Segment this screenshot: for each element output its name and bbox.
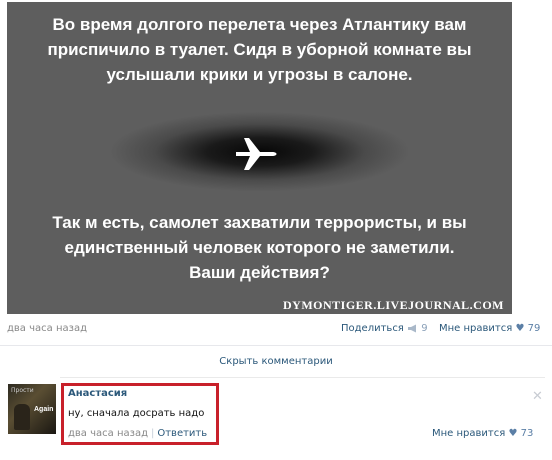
divider bbox=[60, 377, 545, 378]
separator: | bbox=[150, 428, 155, 439]
airplane-icon bbox=[236, 138, 277, 170]
divider bbox=[0, 345, 552, 346]
comment-text: ну, сначала досрать надо bbox=[68, 408, 205, 419]
megaphone-icon bbox=[408, 324, 417, 332]
post-like-label: Мне нравится bbox=[439, 323, 513, 334]
image-watermark: DYMONTIGER.LIVEJOURNAL.COM bbox=[282, 298, 504, 312]
image-top-text: Во время долгого перелета через Атлантик… bbox=[47, 15, 472, 84]
comment-meta: два часа назад | Ответить bbox=[68, 428, 207, 439]
avatar[interactable]: Прости Again bbox=[8, 384, 56, 434]
reply-button[interactable]: Ответить bbox=[157, 428, 207, 439]
share-count: 9 bbox=[421, 323, 428, 334]
comment-like-button[interactable]: Мне нравится ♥ 73 bbox=[432, 428, 533, 439]
share-label: Поделиться bbox=[341, 323, 404, 334]
post-like-count: 79 bbox=[527, 323, 541, 334]
comment-time[interactable]: два часа назад bbox=[68, 428, 148, 439]
close-icon[interactable]: ✕ bbox=[532, 389, 543, 404]
avatar-text: Again bbox=[34, 406, 54, 413]
avatar-caption: Прости bbox=[11, 387, 34, 394]
comment-like-label: Мне нравится bbox=[432, 428, 506, 439]
post-time[interactable]: два часа назад bbox=[7, 323, 87, 334]
post-meta: два часа назад Поделиться 9 Мне нравится… bbox=[7, 323, 542, 339]
comment-author[interactable]: Анастасия bbox=[68, 388, 127, 399]
hide-comments-link[interactable]: Скрыть комментарии bbox=[0, 356, 552, 367]
heart-icon: ♥ bbox=[508, 428, 518, 439]
comment-like-count: 73 bbox=[520, 428, 534, 439]
share-button[interactable]: Поделиться 9 bbox=[341, 323, 428, 334]
heart-icon: ♥ bbox=[515, 323, 525, 334]
post-image[interactable]: Во время долгого перелета через Атлантик… bbox=[7, 2, 512, 314]
avatar-figure bbox=[14, 404, 30, 430]
post-like-button[interactable]: Мне нравится ♥ 79 bbox=[439, 323, 540, 334]
image-bottom-text: Так м есть, самолет захватили террористы… bbox=[52, 213, 467, 282]
